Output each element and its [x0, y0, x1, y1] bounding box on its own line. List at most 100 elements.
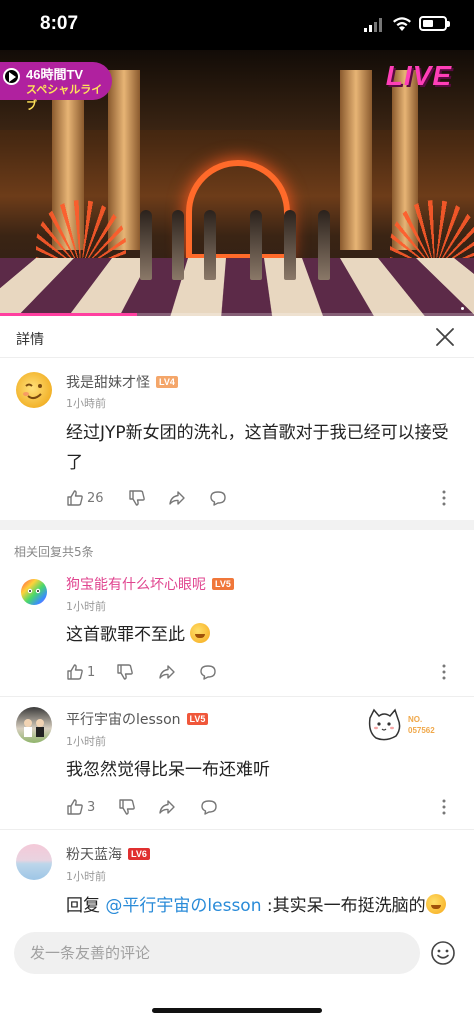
battery-icon: [419, 16, 450, 31]
mention-link[interactable]: @平行宇宙のlesson: [105, 896, 261, 916]
battery-level: [423, 20, 433, 27]
level-badge: LV5: [186, 713, 209, 725]
people-photo-icon: [24, 719, 44, 737]
username-text: 粉天蓝海: [66, 847, 122, 863]
sticker-number: NO. 057562: [408, 714, 435, 736]
dislike-button[interactable]: [128, 488, 146, 508]
comment-actions: 26: [66, 488, 466, 508]
avatar[interactable]: [16, 372, 52, 408]
thumbs-up-icon: [67, 664, 83, 680]
reply-content: 我忽然觉得比呆一布还难听: [66, 760, 270, 780]
thumbs-up-icon: [67, 490, 83, 506]
rainbow-dog-icon: [21, 579, 47, 605]
video-scene-dancer: [284, 210, 296, 280]
reply-username[interactable]: 狗宝能有什么坏心眼呢 LV5: [66, 574, 234, 594]
main-comment: 我是甜妹才怪 LV4 1小時前 经过JYP新女团的洗礼，这首歌对于我已经可以接受了…: [0, 358, 474, 520]
comment-username[interactable]: 我是甜妹才怪 LV4: [66, 372, 178, 392]
video-scene-dancer: [318, 210, 330, 280]
level-badge: LV6: [128, 848, 150, 860]
video-indicator-dot: [461, 307, 464, 310]
reply-item: 粉天蓝海 LV6 1小时前 回复 @平行宇宙のlesson :其实呆一布挺洗脑的: [0, 830, 474, 918]
status-time: 8:07: [40, 13, 79, 34]
like-count: 1: [87, 664, 96, 680]
program-subtitle: スペシャルライブ: [26, 84, 103, 112]
video-scene-floor: [0, 258, 474, 316]
play-icon: [3, 68, 20, 85]
reply-button[interactable]: [199, 662, 217, 682]
reply-text: :其实呆一布挺洗脑的: [261, 896, 426, 916]
home-indicator: [152, 1008, 322, 1013]
comment-icon: [201, 800, 217, 815]
detail-title: 詳情: [16, 332, 44, 348]
reply-time: 1小时前: [66, 870, 106, 883]
video-scene-arch: [186, 160, 290, 260]
reply-button[interactable]: [209, 488, 227, 508]
thumbs-down-icon: [117, 664, 133, 680]
like-count: 26: [87, 490, 104, 506]
reply-username[interactable]: 平行宇宙のlesson LV5: [66, 709, 209, 729]
avatar[interactable]: [16, 707, 52, 743]
more-icon[interactable]: [442, 489, 446, 507]
video-scene-dancer: [172, 210, 184, 280]
video-player[interactable]: 46時間TV スペシャルライブ LIVE: [0, 50, 474, 316]
comment-input-bar: [0, 918, 474, 1024]
thumbs-down-icon: [119, 799, 135, 815]
like-count: 3: [87, 799, 96, 815]
reply-time: 1小时前: [66, 600, 106, 613]
comment-content: 经过JYP新女团的洗礼，这首歌对于我已经可以接受了: [66, 423, 449, 473]
reply-content: 回复 @平行宇宙のlesson :其实呆一布挺洗脑的: [66, 891, 456, 921]
comment-input[interactable]: [14, 932, 420, 974]
dislike-button[interactable]: [118, 797, 136, 817]
dislike-button[interactable]: [116, 662, 134, 682]
reply-actions: 1: [66, 662, 466, 682]
share-icon: [169, 491, 185, 505]
video-scene-dancer: [140, 210, 152, 280]
level-badge: LV4: [156, 376, 178, 388]
wink-face-icon: [23, 383, 42, 400]
like-button[interactable]: 1: [66, 662, 95, 682]
share-button[interactable]: [158, 797, 176, 817]
like-button[interactable]: 3: [66, 797, 95, 817]
share-icon: [159, 665, 175, 679]
reply-username[interactable]: 粉天蓝海 LV6: [66, 844, 150, 864]
reply-text: 这首歌罪不至此: [66, 625, 185, 645]
detail-header: 詳情: [0, 316, 474, 358]
reply-content: 这首歌罪不至此: [66, 620, 456, 650]
sticker-no-label: NO.: [408, 715, 423, 724]
related-replies-label: 相关回复共5条: [14, 545, 94, 559]
more-icon[interactable]: [442, 798, 446, 816]
avatar[interactable]: [16, 844, 52, 880]
live-logo: LIVE: [385, 60, 452, 91]
laughing-crying-emoji-icon: [190, 623, 211, 643]
avatar[interactable]: [16, 574, 52, 610]
thumbs-up-icon: [67, 799, 83, 815]
video-scene-dancer: [204, 210, 216, 280]
sticker-no-value: 057562: [408, 726, 435, 735]
signal-icon: [364, 18, 382, 32]
video-scene-pillar: [340, 70, 372, 250]
reply-time: 1小时前: [66, 735, 106, 748]
emoji-picker-icon[interactable]: [430, 940, 456, 966]
reply-prefix: 回复: [66, 896, 106, 916]
like-button[interactable]: 26: [66, 488, 104, 508]
close-icon[interactable]: [434, 326, 456, 348]
thumbs-down-icon: [129, 490, 145, 506]
share-button[interactable]: [158, 662, 176, 682]
level-badge: LV5: [212, 578, 234, 590]
username-text: 狗宝能有什么坏心眼呢: [66, 577, 206, 593]
laughing-crying-emoji-icon: [425, 894, 446, 914]
wifi-icon: [393, 17, 411, 31]
comment-time: 1小時前: [66, 397, 106, 410]
reply-button[interactable]: [200, 797, 218, 817]
program-badge: 46時間TV スペシャルライブ: [0, 62, 112, 112]
share-icon: [159, 800, 175, 814]
share-button[interactable]: [168, 488, 186, 508]
username-text: 平行宇宙のlesson: [66, 712, 181, 728]
status-bar: 8:07: [0, 0, 474, 50]
section-divider: [0, 520, 474, 530]
username-text: 我是甜妹才怪: [66, 375, 150, 391]
more-icon[interactable]: [442, 663, 446, 681]
comment-icon: [200, 665, 216, 680]
reply-item: 狗宝能有什么坏心眼呢 LV5 1小时前 这首歌罪不至此 1: [0, 562, 474, 696]
video-scene-dancer: [250, 210, 262, 280]
